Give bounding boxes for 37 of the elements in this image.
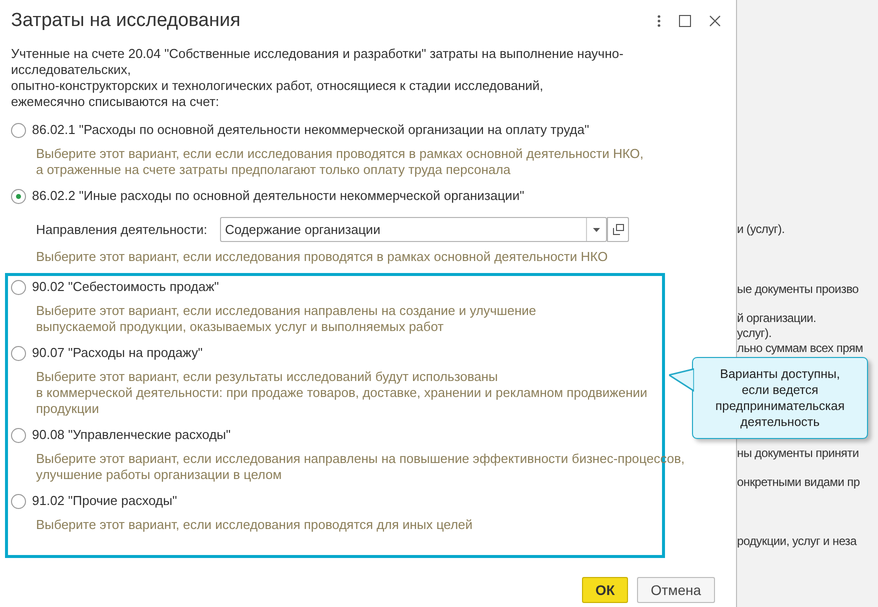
radio-button[interactable]: [11, 428, 26, 442]
background-text: льно суммам всех прям: [737, 341, 863, 356]
radio-button[interactable]: [11, 346, 26, 360]
field-label: Направления деятельности:: [36, 220, 208, 239]
background-text: ые документы произво: [737, 282, 859, 297]
ok-button[interactable]: ОК: [582, 577, 628, 603]
select-field[interactable]: Содержание организации: [220, 217, 607, 242]
option-description: Выберите этот вариант, если если исследования проводятся в рамках основной деятельности НКО, а отраженные на счете затраты предполагают только оплату труда персонала: [36, 146, 644, 178]
close-icon[interactable]: [709, 15, 721, 27]
more-icon[interactable]: [657, 15, 661, 27]
option-description: Выберите этот вариант, если результаты исследований будут использованы в коммерческой деятельности: при продаже товаров, доставке, хранении и рекламном продвижении продукции: [36, 369, 648, 417]
callout: Варианты доступны, если ведется предпринимательская деятельность: [692, 357, 868, 439]
window-title: Затраты на исследования: [11, 8, 242, 33]
option-label[interactable]: 90.08 "Управленческие расходы": [32, 425, 231, 445]
radio-button[interactable]: [11, 188, 26, 204]
cancel-button[interactable]: Отмена: [636, 577, 715, 603]
option-description: Выберите этот вариант, если исследования проводятся в рамках основной деятельности НКО: [36, 249, 608, 265]
option-description: Выберите этот вариант, если исследования проводятся для иных целей: [36, 517, 473, 533]
open-icon[interactable]: [607, 217, 629, 242]
background-text: ны документы приняти: [737, 446, 859, 461]
radio-button[interactable]: [11, 494, 26, 508]
background-text: онкретными видами пр: [737, 475, 860, 490]
background-text: и (услуг).: [737, 222, 785, 237]
option-label[interactable]: 86.02.1 "Расходы по основной деятельности некоммерческой организации на оплату труда": [32, 120, 590, 140]
option-description: Выберите этот вариант, если исследования направлены на создание и улучшение выпускаемой продукции, оказываемых услуг и выполняемых работ: [36, 303, 536, 335]
radio-button[interactable]: [11, 280, 26, 294]
background-text: й организации.: [737, 311, 816, 326]
option-label[interactable]: 91.02 "Прочие расходы": [32, 491, 177, 511]
maximize-icon[interactable]: [679, 15, 691, 27]
option-label[interactable]: 90.07 "Расходы на продажу": [32, 343, 203, 363]
background-text: родукции, услуг и неза: [737, 534, 857, 549]
option-label[interactable]: 86.02.2 "Иные расходы по основной деятельности некоммерческой организации": [32, 186, 524, 206]
callout-pointer-icon: [669, 368, 694, 392]
option-label[interactable]: 90.02 "Себестоимость продаж": [32, 277, 219, 297]
radio-button[interactable]: [11, 122, 26, 138]
background-text: услуг).: [737, 326, 772, 341]
intro-text: Учтенные на счете 20.04 "Собственные исследования и разработки" затраты на выполнение научно- исследовательских, опытно-конструкторских и технологических работ, относящиеся к стадии исследований, ежемесячно списываются на счет:: [11, 46, 624, 110]
